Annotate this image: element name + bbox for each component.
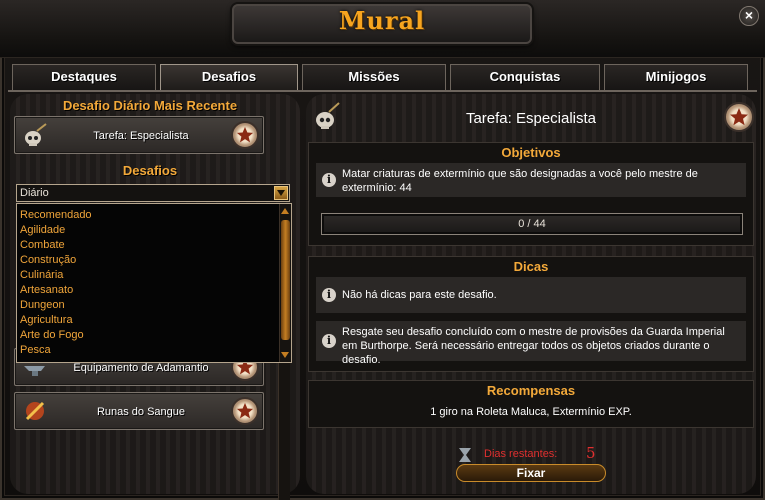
recent-challenge-label: Tarefa: Especialista <box>93 130 189 142</box>
objective-text: Matar criaturas de extermínio que são de… <box>342 168 698 194</box>
left-panel: Desafio Diário Mais Recente Tarefa: Espe… <box>8 94 298 500</box>
tip-row: i Não há dicas para este desafio. <box>316 277 746 313</box>
filter-option[interactable]: Combate <box>17 238 291 253</box>
star-badge-icon <box>231 397 259 425</box>
challenge-item-runas[interactable]: Runas do Sangue <box>14 392 264 430</box>
filter-dropdown-list: Recomendado Agilidade Combate Construção… <box>16 203 292 363</box>
filter-option[interactable]: Agricultura <box>17 313 291 328</box>
objectives-heading: Objetivos <box>501 145 561 160</box>
task-title: Tarefa: Especialista <box>465 110 597 127</box>
tip-text: Resgate seu desafio concluído com o mest… <box>342 326 725 366</box>
filter-option[interactable]: Pesca <box>17 343 291 358</box>
dropdown-scrollbar[interactable] <box>279 204 291 362</box>
chevron-down-icon[interactable] <box>274 186 288 200</box>
filter-option[interactable]: Construção <box>17 253 291 268</box>
star-badge-icon <box>231 121 259 149</box>
right-panel: Tarefa: Especialista Objetivos i Matar c… <box>306 94 756 494</box>
dropdown-scroll-thumb[interactable] <box>281 220 290 340</box>
window-header: Mural × <box>0 0 765 494</box>
days-label: Dias restantes: <box>484 448 558 460</box>
filter-option[interactable]: Culinária <box>17 268 291 283</box>
window-title: Mural <box>338 6 426 35</box>
tab-destaques[interactable]: Destaques <box>12 64 156 90</box>
filter-option[interactable]: Recomendado <box>17 208 291 223</box>
challenges-heading: Desafios <box>122 163 178 178</box>
tab-desafios[interactable]: Desafios <box>160 64 298 92</box>
objective-row: i Matar criaturas de extermínio que são … <box>316 163 746 197</box>
pin-button[interactable]: Fixar <box>456 464 606 482</box>
tip-row: i Resgate seu desafio concluído com o me… <box>316 321 746 366</box>
tab-conquistas[interactable]: Conquistas <box>450 64 600 90</box>
reward-text: 1 giro na Roleta Maluca, Extermínio EXP. <box>430 406 632 418</box>
hourglass-icon <box>459 448 471 462</box>
recent-challenge-button[interactable]: Tarefa: Especialista <box>14 116 264 154</box>
close-icon: × <box>744 7 754 23</box>
filter-selected-value: Diário <box>20 187 49 199</box>
task-header: Tarefa: Especialista <box>306 96 756 136</box>
close-button[interactable]: × <box>739 6 759 26</box>
skull-icon <box>25 123 47 146</box>
info-icon: i <box>322 288 336 302</box>
objective-progress-bar: 0 / 44 <box>321 213 743 235</box>
rewards-heading: Recompensas <box>486 383 576 398</box>
tips-heading: Dicas <box>513 259 549 274</box>
blood-rune-icon <box>25 401 45 421</box>
objectives-box: Objetivos i Matar criaturas de extermíni… <box>308 142 754 246</box>
tab-divider <box>8 90 757 92</box>
tip-text: Não há dicas para este desafio. <box>342 289 497 301</box>
info-icon: i <box>322 334 336 348</box>
info-icon: i <box>322 173 336 187</box>
tab-missoes[interactable]: Missões <box>302 64 446 90</box>
filter-option[interactable]: Agilidade <box>17 223 291 238</box>
challenge-label-runas: Runas do Sangue <box>96 406 186 418</box>
filter-option[interactable]: Dungeon <box>17 298 291 313</box>
objective-progress-text: 0 / 44 <box>518 218 546 230</box>
star-badge-icon <box>724 102 754 132</box>
days-remaining: Dias restantes: 5 <box>456 444 656 464</box>
days-value: 5 <box>586 444 596 462</box>
filter-option[interactable]: Artesanato <box>17 283 291 298</box>
skull-icon <box>316 102 340 129</box>
challenge-filter-select[interactable]: Diário <box>16 184 290 202</box>
recent-challenge-heading: Desafio Diário Mais Recente <box>62 98 238 113</box>
tips-box: Dicas i Não há dicas para este desafio. … <box>308 256 754 372</box>
tab-bar: Destaques Desafios Missões Conquistas Mi… <box>12 64 754 92</box>
scroll-down-icon[interactable] <box>280 350 290 360</box>
tab-minijogos[interactable]: Minijogos <box>604 64 748 90</box>
rewards-box: Recompensas 1 giro na Roleta Maluca, Ext… <box>308 380 754 428</box>
scroll-up-icon[interactable] <box>280 206 290 216</box>
filter-option[interactable]: Arte do Fogo <box>17 328 291 343</box>
